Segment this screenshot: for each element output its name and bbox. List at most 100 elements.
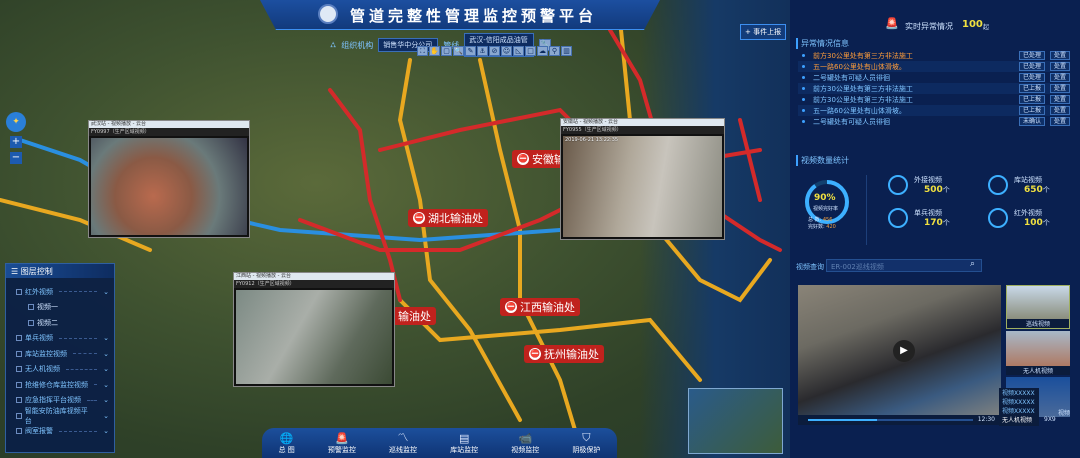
- checkbox[interactable]: [16, 335, 22, 342]
- map-tool-icon[interactable]: ☁: [537, 46, 548, 56]
- map-label-hubei[interactable]: ⛔ 湖北输油处: [408, 209, 488, 227]
- chevron-down-icon[interactable]: ⌄: [103, 412, 109, 420]
- overview-minimap[interactable]: [688, 388, 783, 454]
- event-report-button[interactable]: + 事件上报: [740, 24, 787, 40]
- video-window[interactable]: 江西站 - 视频播放 - 云台 FY0912（生产区域视频）: [233, 272, 395, 387]
- alarm-action-button[interactable]: 处置: [1049, 106, 1070, 115]
- video-feed[interactable]: [91, 138, 247, 235]
- map-label-jiangxi[interactable]: ⛔ 江西输油处: [500, 298, 580, 316]
- layer-item[interactable]: 库站监控视频 ⌄: [6, 346, 114, 362]
- alarm-status-button[interactable]: 已上报: [1018, 106, 1045, 115]
- nav-item-route[interactable]: 〽巡线监控: [389, 429, 417, 455]
- thumbnail[interactable]: 无人机视频: [1006, 331, 1070, 375]
- map-tool-icon[interactable]: ▢: [441, 46, 452, 56]
- chevron-down-icon[interactable]: ⌄: [103, 365, 109, 373]
- video-list-item[interactable]: 视频XXXXX: [1002, 389, 1036, 398]
- alarm-row[interactable]: 二号罐处有可疑人员徘徊 未确认 处置: [798, 116, 1070, 127]
- alarm-action-button[interactable]: 处置: [1049, 84, 1070, 93]
- bullet-icon: [802, 76, 805, 79]
- alarm-row[interactable]: 前方30公里处有第三方非法施工 已处理 处置: [798, 50, 1070, 61]
- chevron-down-icon[interactable]: ⌄: [103, 381, 109, 389]
- video-list-item[interactable]: 视频XXXXX: [1002, 398, 1036, 407]
- alarm-action-button[interactable]: 处置: [1049, 73, 1070, 82]
- alarm-action-button[interactable]: 处置: [1049, 51, 1070, 60]
- main-video-player[interactable]: ▶ 12:30: [798, 285, 1001, 425]
- compass-icon[interactable]: ✦: [6, 112, 26, 132]
- checkbox[interactable]: [28, 319, 34, 326]
- chevron-down-icon[interactable]: ⌄: [103, 427, 109, 435]
- video-query-input[interactable]: ER-002巡线视频: [826, 259, 982, 272]
- video-feed[interactable]: [236, 290, 392, 384]
- alarm-status-button[interactable]: 已处理: [1018, 73, 1045, 82]
- nav-item-globe[interactable]: 🌐 总 图: [279, 432, 295, 455]
- map-tool-icon[interactable]: ▥: [561, 46, 572, 56]
- map-label-partial[interactable]: 输油处: [393, 307, 436, 325]
- stat-value: 650: [1024, 185, 1043, 195]
- checkbox[interactable]: [16, 288, 22, 295]
- chevron-down-icon[interactable]: ⌄: [103, 334, 109, 342]
- alarm-status-button[interactable]: 已处理: [1018, 51, 1045, 60]
- video-list-item[interactable]: 视频XXXXX: [1002, 407, 1036, 416]
- checkbox[interactable]: [16, 412, 22, 419]
- alarm-status-button[interactable]: 已上报: [1018, 84, 1045, 93]
- video-list-dropdown[interactable]: 视频XXXXX 视频XXXXX 视频XXXXX 无人机视频: [999, 388, 1039, 426]
- checkbox[interactable]: [16, 366, 22, 373]
- map-tool-icon[interactable]: ⛶: [417, 46, 428, 56]
- map-tool-icon[interactable]: □: [525, 46, 536, 56]
- map-tool-icon[interactable]: ✋: [429, 46, 440, 56]
- layer-item[interactable]: 视频二: [6, 315, 114, 331]
- map-label-fuzhou[interactable]: ⛔ 抚州输油处: [524, 345, 604, 363]
- chevron-down-icon[interactable]: ⌄: [103, 288, 109, 296]
- layer-item[interactable]: 视频一: [6, 300, 114, 316]
- nav-item-alarm[interactable]: 🚨 预警监控: [328, 432, 356, 455]
- layer-item[interactable]: 无人机视频 ⌄: [6, 362, 114, 378]
- map-tool-icon[interactable]: ☺: [501, 46, 512, 56]
- checkbox[interactable]: [16, 428, 22, 435]
- total-count: 总 数: 456: [808, 217, 833, 223]
- nav-item-warehouse[interactable]: ▤ 库站监控: [450, 432, 478, 455]
- alarm-status-button[interactable]: 已处理: [1018, 62, 1045, 71]
- nav-item-shield[interactable]: ⛉ 阴极保护: [572, 431, 600, 455]
- progress-track[interactable]: [808, 419, 973, 421]
- alarm-action-button[interactable]: 处置: [1049, 117, 1070, 126]
- alarm-row[interactable]: 五一路60公里处有山体滑坡。 已处理 处置: [798, 61, 1070, 72]
- layer-item[interactable]: 红外视频 ⌄: [6, 284, 114, 300]
- nav-item-camera[interactable]: 📹 视频监控: [511, 432, 539, 455]
- video-type-select[interactable]: 无人机视频: [1002, 416, 1036, 425]
- checkbox[interactable]: [16, 381, 22, 388]
- video-window[interactable]: 武汉站 - 视频播放 - 云台 FY0997（生产区域视频）: [88, 120, 250, 238]
- grid-select[interactable]: 9X9: [1044, 416, 1056, 423]
- alarm-status-button[interactable]: 未确认: [1018, 117, 1045, 126]
- map-tool-icon[interactable]: ⊘: [489, 46, 500, 56]
- map-tool-icon[interactable]: ⚲: [549, 46, 560, 56]
- alarm-row[interactable]: 前方30公里处有第三方非法施工 已上报 处置: [798, 94, 1070, 105]
- alarm-row[interactable]: 五一路60公里处有山体滑坡。 已上报 处置: [798, 105, 1070, 116]
- layer-item[interactable]: 抢维修仓库监控视频 ⌄: [6, 377, 114, 393]
- layer-item[interactable]: 智能安防油库视频平台 ⌄: [6, 407, 114, 425]
- zoom-out-button[interactable]: −: [10, 152, 22, 164]
- thumbnail[interactable]: 巡线视频: [1006, 285, 1070, 329]
- map-tool-icon[interactable]: ⚓: [477, 46, 488, 56]
- layer-item[interactable]: 阀室报警 ⌄: [6, 424, 114, 440]
- map-tool-icon[interactable]: ◺: [513, 46, 524, 56]
- chevron-down-icon[interactable]: ⌄: [103, 396, 109, 404]
- alarm-status-button[interactable]: 已上报: [1018, 95, 1045, 104]
- checkbox[interactable]: [28, 304, 34, 311]
- stat-unit: 个: [1042, 219, 1050, 227]
- alarm-row[interactable]: 二号罐处有可疑人员徘徊 已处理 处置: [798, 72, 1070, 83]
- map-tool-icon[interactable]: ✎: [465, 46, 476, 56]
- zoom-in-button[interactable]: +: [10, 136, 22, 148]
- layer-item[interactable]: 单兵视频 ⌄: [6, 331, 114, 347]
- alarm-row[interactable]: 前方30公里处有第三方非法施工 已上报 处置: [798, 83, 1070, 94]
- search-icon[interactable]: ⌕: [970, 259, 975, 269]
- video-feed[interactable]: [563, 136, 722, 237]
- alarm-action-button[interactable]: 处置: [1049, 62, 1070, 71]
- bullet-icon: [802, 120, 805, 123]
- play-button[interactable]: ▶: [893, 340, 915, 362]
- checkbox[interactable]: [16, 397, 22, 404]
- alarm-action-button[interactable]: 处置: [1049, 95, 1070, 104]
- checkbox[interactable]: [16, 350, 22, 357]
- chevron-down-icon[interactable]: ⌄: [103, 350, 109, 358]
- video-window[interactable]: 安徽站 - 视频播放 - 云台 FY0955（生产区域视频） 2019-06-2…: [560, 118, 725, 240]
- map-tool-icon[interactable]: 🔍: [453, 46, 464, 56]
